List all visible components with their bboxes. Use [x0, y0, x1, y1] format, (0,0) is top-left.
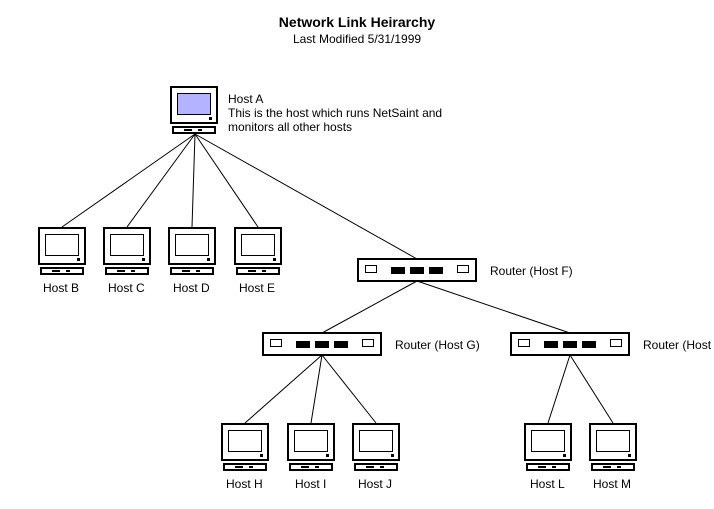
- monitor-icon: [287, 423, 335, 471]
- host-a-note: This is the host which runs NetSaint and…: [228, 106, 442, 134]
- router-g-label: Router (Host G): [395, 338, 480, 352]
- monitor-icon: [168, 227, 216, 275]
- host-j-label: Host J: [358, 477, 392, 491]
- monitor-icon: [234, 227, 282, 275]
- host-l-node: [524, 423, 572, 471]
- host-d-node: [168, 227, 216, 275]
- monitor-icon: [38, 227, 86, 275]
- diagram-stage: Network Link Heirarchy Last Modified 5/3…: [0, 0, 714, 509]
- host-b-node: [38, 227, 86, 275]
- router-k-node: [510, 332, 630, 356]
- host-h-node: [221, 423, 269, 471]
- monitor-icon: [103, 227, 151, 275]
- host-a-label: Host A: [228, 92, 263, 106]
- host-m-label: Host M: [593, 477, 631, 491]
- host-b-label: Host B: [43, 281, 79, 295]
- router-f-label: Router (Host F): [490, 264, 573, 278]
- host-i-label: Host I: [295, 477, 326, 491]
- monitor-icon: [589, 423, 637, 471]
- host-m-node: [589, 423, 637, 471]
- monitor-icon: [170, 86, 218, 134]
- host-e-node: [234, 227, 282, 275]
- router-f-node: [357, 258, 477, 282]
- monitor-icon: [524, 423, 572, 471]
- router-icon: [357, 258, 477, 282]
- host-l-label: Host L: [530, 477, 565, 491]
- router-icon: [262, 332, 382, 356]
- router-g-node: [262, 332, 382, 356]
- router-icon: [510, 332, 630, 356]
- host-d-label: Host D: [173, 281, 210, 295]
- host-c-label: Host C: [108, 281, 145, 295]
- host-a-node: [170, 86, 218, 134]
- host-j-node: [352, 423, 400, 471]
- host-c-node: [103, 227, 151, 275]
- host-e-label: Host E: [239, 281, 275, 295]
- monitor-icon: [352, 423, 400, 471]
- monitor-icon: [221, 423, 269, 471]
- host-h-label: Host H: [226, 477, 263, 491]
- router-k-label: Router (Host K): [643, 338, 714, 352]
- host-i-node: [287, 423, 335, 471]
